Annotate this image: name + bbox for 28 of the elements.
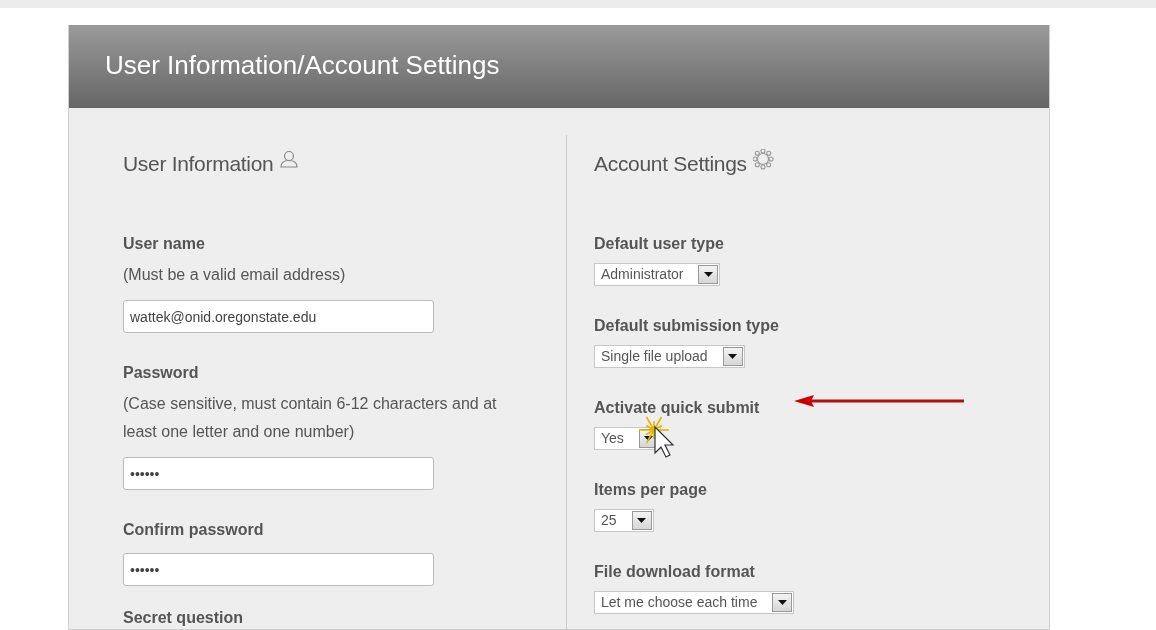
section-heading: User Information	[123, 151, 274, 177]
dropdown[interactable]: Single file upload	[594, 345, 745, 368]
dropdown[interactable]: Let me choose each time	[594, 591, 795, 614]
text-field[interactable]: ••••••	[123, 553, 434, 586]
caret-icon	[777, 600, 787, 605]
caret-icon	[644, 436, 654, 441]
dropdown[interactable]: Administrator	[594, 263, 721, 286]
section-heading: Account Settings	[594, 151, 747, 177]
caret-icon	[728, 354, 738, 359]
text-field[interactable]: wattek@onid.oregonstate.edu	[123, 300, 434, 333]
field-hint: (Must be a valid email address)	[123, 265, 347, 285]
field-label: Secret question	[123, 608, 244, 627]
field-label: Items per page	[594, 480, 707, 500]
field-label: Password	[123, 363, 199, 383]
person-icon	[279, 149, 300, 169]
settings-icon	[752, 149, 774, 170]
text-field[interactable]: ••••••	[123, 457, 434, 490]
caret-icon	[703, 272, 713, 277]
field-label: Confirm password	[123, 520, 264, 540]
dropdown[interactable]: 25	[594, 509, 654, 532]
field-hint: (Case sensitive, must contain 6-12 characters and at least one letter and one number)	[123, 394, 498, 442]
field-label: Default submission type	[594, 316, 779, 336]
field-label: Activate quick submit	[594, 398, 760, 418]
field-label: User name	[123, 234, 205, 254]
field-label: Default user type	[594, 234, 724, 254]
panel-title: User Information/Account Settings	[105, 49, 500, 81]
field-label: File download format	[594, 562, 755, 582]
caret-icon	[637, 518, 647, 523]
